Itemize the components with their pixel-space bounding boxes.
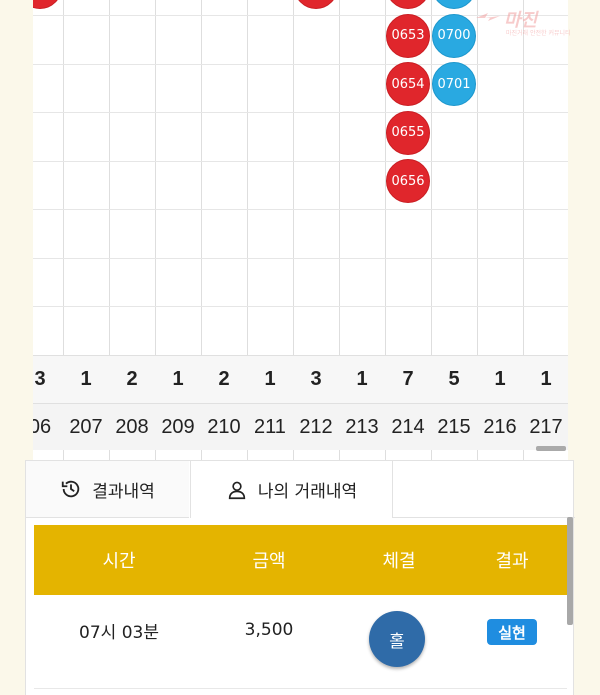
tab-results[interactable]: 결과내역 [26, 461, 189, 518]
user-icon [228, 481, 246, 499]
red-bead: 0654 [386, 62, 430, 106]
blue-bead: 0700 [432, 13, 476, 58]
round-index: 209 [161, 415, 195, 438]
tab-results-label: 결과내역 [92, 481, 155, 502]
blue-bead: 0701 [432, 62, 476, 106]
table-row: 07시 03분 3,500 홀 실현 [34, 595, 567, 689]
watermark-subtext: 마진거래 안전한 커뮤니티 [506, 30, 571, 37]
column-count: 2 [218, 368, 230, 390]
column-count: 3 [310, 368, 322, 390]
round-index: 208 [115, 415, 149, 438]
column-count: 1 [172, 368, 184, 390]
fill-odd-button[interactable]: 홀 [369, 611, 425, 667]
red-bead: 0653 [386, 13, 430, 58]
wing-icon [476, 13, 500, 21]
column-count: 1 [264, 368, 276, 390]
red-bead [33, 0, 62, 9]
grid-row-line [33, 209, 568, 210]
red-bead: 0655 [386, 110, 430, 155]
column-count: 1 [494, 368, 506, 390]
watermark-logo: 마진 마진거래 안전한 커뮤니티 [474, 4, 598, 38]
horizontal-scrollbar[interactable] [536, 446, 566, 451]
round-index: 06 [33, 415, 52, 438]
grid-row-line [33, 306, 568, 307]
count-row: 3 1 2 1 2 1 3 1 7 5 1 1 [33, 355, 568, 403]
table-header: 시간 금액 체결 결과 [34, 525, 567, 595]
history-panel: 결과내역 나의 거래내역 시간 금액 체결 결과 07시 03분 3,500 홀… [25, 460, 575, 695]
tab-bar-filler [393, 461, 575, 518]
round-index: 212 [299, 415, 333, 438]
column-count: 1 [540, 368, 552, 390]
header-time: 시간 [102, 551, 136, 572]
column-count: 2 [126, 368, 138, 390]
trend-board: 0653 0654 0655 0656 0700 0701 312121317511 06… [33, 0, 568, 463]
column-count: 7 [402, 368, 414, 390]
round-index: 213 [345, 415, 379, 438]
round-index-row: 06 207 208 209 210 211 212 213 214 215 216 217 [33, 403, 568, 450]
tab-my-trades[interactable]: 나의 거래내역 [190, 461, 393, 518]
row-amount: 3,500 [244, 620, 294, 640]
round-index: 216 [483, 415, 517, 438]
tab-my-trades-label: 나의 거래내역 [257, 482, 358, 502]
grid-row-line [33, 160, 568, 162]
round-index: 207 [69, 415, 103, 438]
column-count: 3 [34, 368, 46, 390]
row-time: 07시 03분 [79, 622, 159, 643]
history-icon [62, 480, 80, 498]
column-count: 1 [356, 368, 368, 390]
header-result: 결과 [495, 551, 529, 572]
column-count: 1 [80, 368, 92, 390]
round-index: 214 [391, 415, 425, 438]
grid-row-line [33, 112, 568, 113]
header-amount: 금액 [252, 551, 286, 572]
red-bead: 0656 [386, 159, 430, 203]
round-index: 210 [207, 415, 241, 438]
header-fill: 체결 [382, 551, 416, 572]
vertical-scrollbar[interactable] [567, 517, 573, 625]
grid-row-line [33, 63, 568, 65]
round-index: 211 [254, 415, 286, 438]
grid-row-line [33, 257, 568, 259]
round-index: 217 [529, 415, 563, 438]
round-index: 215 [437, 415, 471, 438]
column-count: 5 [448, 368, 460, 390]
result-status-badge: 실현 [487, 619, 537, 645]
